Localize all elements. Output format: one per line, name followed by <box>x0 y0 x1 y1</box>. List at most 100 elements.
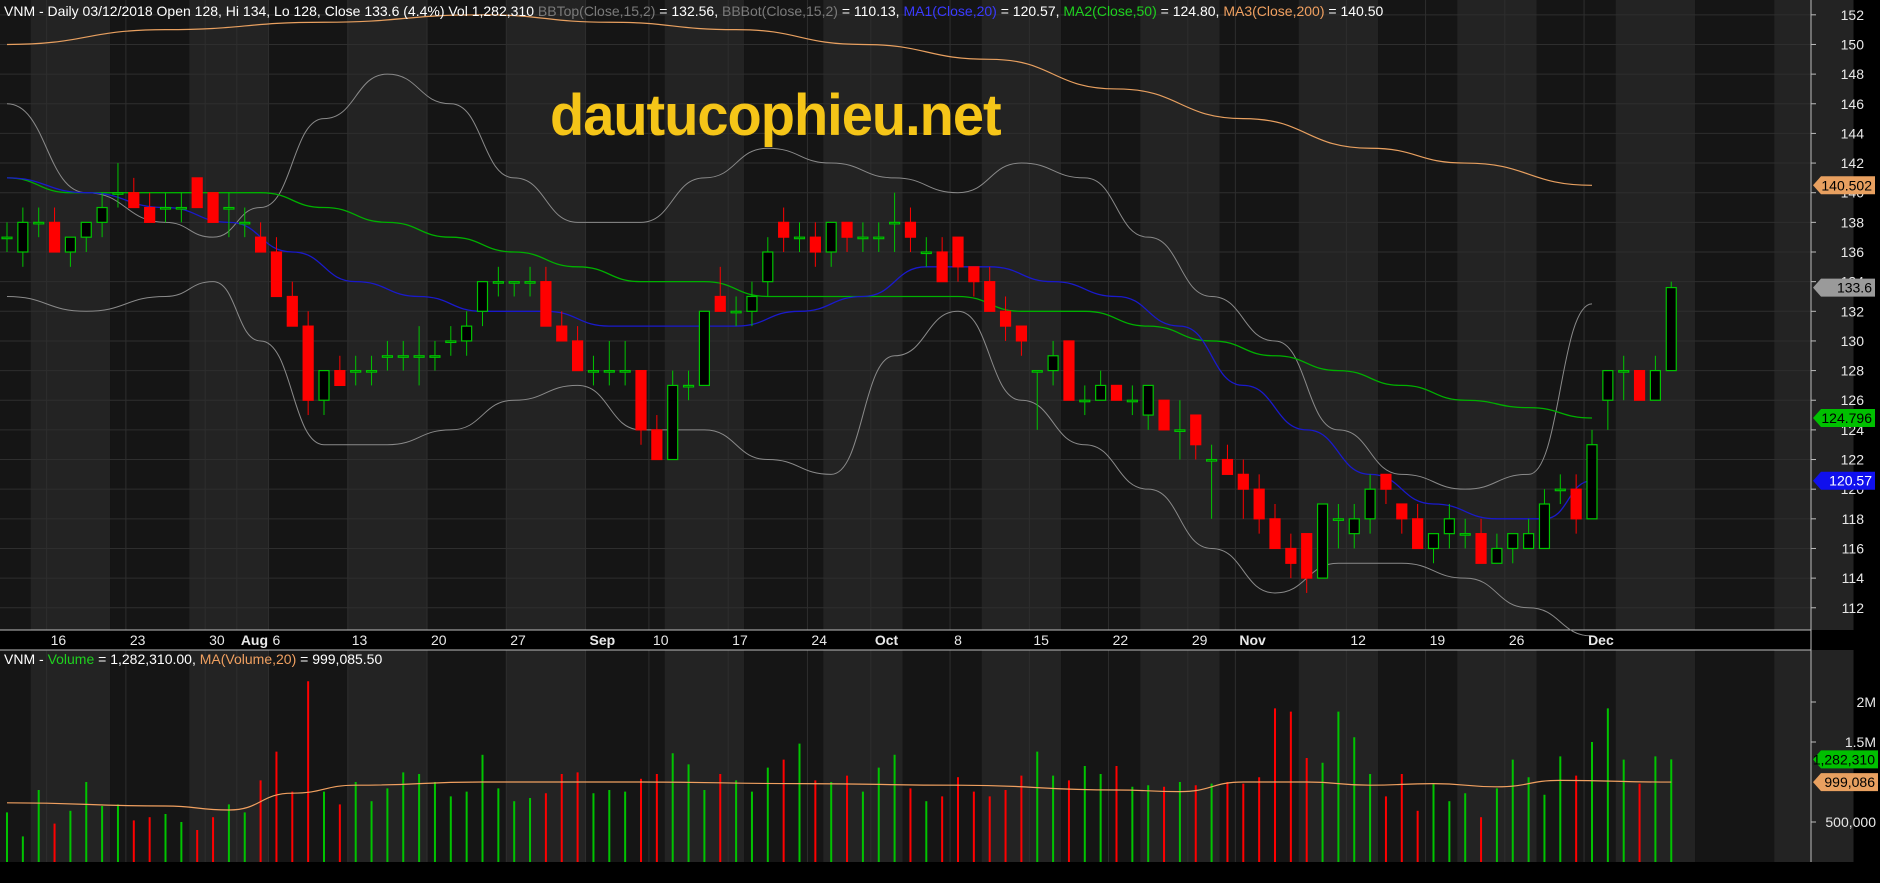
last-value-tag: 140.502 <box>1813 176 1875 195</box>
candle-body <box>1396 503 1408 520</box>
time-axis-label: 24 <box>811 632 827 648</box>
candle-body <box>1095 384 1107 401</box>
candle <box>302 311 314 416</box>
candle-body <box>667 384 679 461</box>
candle-body <box>286 295 298 327</box>
time-axis-label: 16 <box>51 632 67 648</box>
candle-body <box>1348 518 1360 535</box>
candle-body <box>1142 384 1154 416</box>
candle-body <box>381 355 393 358</box>
time-axis-label: 15 <box>1033 632 1049 648</box>
candle-body <box>920 251 932 255</box>
candle <box>191 177 203 209</box>
volume-ma-value: = 999,085.50 <box>296 651 383 667</box>
candle-body <box>1174 429 1186 432</box>
candle-body <box>968 266 980 283</box>
candle-body <box>1364 488 1376 520</box>
candle-body <box>1190 414 1202 446</box>
candle-body <box>1475 533 1487 564</box>
price-tick-label: 142 <box>1841 155 1865 171</box>
candle-body <box>904 221 917 238</box>
candle-body <box>1412 518 1424 550</box>
week-shade-band <box>347 0 428 630</box>
candle-body <box>318 369 330 401</box>
time-axis-label: 10 <box>653 632 669 648</box>
volume-tick-label: 2M <box>1857 694 1876 710</box>
symbol-ohlc-text: VNM - Daily 03/12/2018 Open 128, Hi 134,… <box>4 3 535 19</box>
candle-body <box>1602 369 1614 401</box>
candle-body <box>587 369 600 373</box>
candle-body <box>302 325 314 401</box>
last-value-tag-text: 120.57 <box>1829 473 1872 489</box>
volume-last-value-tag: 999,086 <box>1813 773 1878 792</box>
candle <box>698 310 711 387</box>
candle-body <box>1522 533 1535 550</box>
ma1-label: MA1(Close,20) <box>903 3 997 19</box>
price-tick-label: 118 <box>1842 511 1865 527</box>
candle-body <box>1316 503 1329 579</box>
volume-tick-label: 500,000 <box>1825 814 1876 830</box>
time-axis-label: 8 <box>954 632 962 648</box>
candle-body <box>873 236 885 240</box>
volume-symbol-prefix: VNM - <box>4 651 48 667</box>
candle-body <box>1 236 13 240</box>
candle-body <box>191 177 203 209</box>
price-tick-label: 130 <box>1841 333 1865 349</box>
candle-body <box>556 325 568 342</box>
price-panel-header: VNM - Daily 03/12/2018 Open 128, Hi 134,… <box>4 2 1383 20</box>
volume-panel-header: VNM - Volume = 1,282,310.00, MA(Volume,2… <box>4 650 382 668</box>
ma2-value: = 124.80, <box>1156 3 1224 19</box>
candle-body <box>64 236 77 253</box>
candle-body <box>508 281 520 284</box>
candle <box>1158 399 1170 431</box>
candle-body <box>207 192 219 223</box>
time-axis-label: 27 <box>510 632 526 648</box>
candle-body <box>1491 547 1503 564</box>
candle-body <box>1285 547 1297 564</box>
candle-body <box>112 192 124 195</box>
candle-body <box>397 355 409 358</box>
bbbot-value: = 110.13, <box>837 3 904 19</box>
week-shade-band <box>189 0 269 630</box>
candle-body <box>144 206 156 223</box>
candle-body <box>128 192 140 209</box>
candle-body <box>841 221 853 238</box>
candle-body <box>365 369 378 373</box>
candle-body <box>1015 325 1028 342</box>
volume-last-value-tag-text: 1,282,310 <box>1813 751 1875 767</box>
price-tick-label: 152 <box>1841 7 1865 23</box>
candle-body <box>793 236 806 240</box>
price-tick-label: 148 <box>1841 66 1865 82</box>
candle-body <box>1649 369 1662 401</box>
candle-body <box>175 206 187 210</box>
candle-body <box>984 281 996 312</box>
ma3-value: = 140.50 <box>1324 3 1384 19</box>
candle-body <box>809 236 821 253</box>
candle <box>1316 503 1329 579</box>
candle-body <box>1633 369 1646 401</box>
last-value-tag: 133.6 <box>1813 278 1875 297</box>
candle <box>1633 369 1646 401</box>
candle-body <box>1301 533 1313 579</box>
candle-body <box>1031 369 1043 373</box>
price-tick-label: 114 <box>1842 570 1865 586</box>
time-axis-label: Aug <box>241 632 268 648</box>
candle-body <box>461 325 473 342</box>
price-tick-label: 112 <box>1842 600 1865 616</box>
last-value-tag: 120.57 <box>1813 471 1875 490</box>
ma3-label: MA3(Close,200) <box>1223 3 1325 19</box>
candle-body <box>239 221 251 225</box>
candle <box>1110 384 1123 401</box>
candle-body <box>635 369 647 431</box>
candle-body <box>603 369 615 373</box>
candle-body <box>1126 399 1138 403</box>
time-axis-label: 23 <box>130 632 146 648</box>
candle-body <box>17 221 29 253</box>
bbbot-label: BBBot(Close,15,2) <box>721 3 838 19</box>
candle-body <box>540 281 552 327</box>
candle-body <box>1237 473 1249 490</box>
price-tick-label: 146 <box>1841 96 1865 112</box>
price-tick-label: 150 <box>1841 36 1865 52</box>
candle-body <box>1253 488 1265 520</box>
candle <box>207 192 219 223</box>
